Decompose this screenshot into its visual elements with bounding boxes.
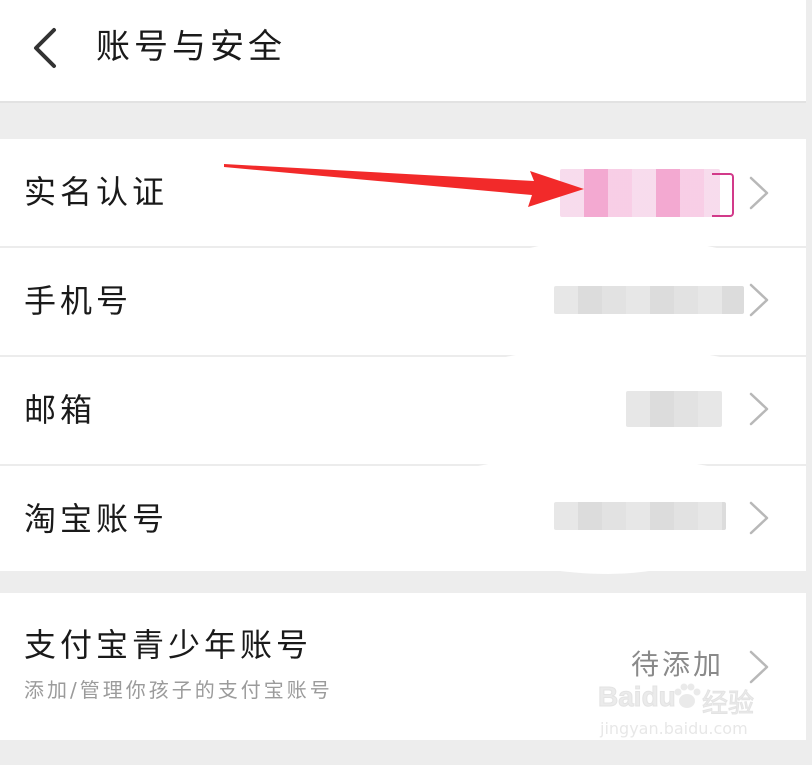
page-title: 账号与安全 — [96, 27, 286, 67]
phone-number-label: 手机号 — [24, 282, 133, 320]
redacted-phone-number — [554, 286, 744, 314]
taobao-account-label: 淘宝账号 — [24, 500, 169, 538]
verification-badge-border — [712, 173, 734, 217]
redacted-verification-status — [560, 169, 720, 217]
watermark-url: jingyan.baidu.com — [600, 719, 748, 738]
redacted-taobao-account — [554, 502, 726, 530]
baidu-paw-icon — [674, 683, 701, 708]
phone-number-row[interactable]: 手机号 — [0, 238, 806, 358]
redacted-email — [626, 391, 722, 427]
taobao-account-row[interactable]: 淘宝账号 — [0, 456, 806, 574]
redaction-patch — [460, 347, 770, 467]
watermark-brand: Baidu — [598, 681, 677, 713]
watermark-brand-cn: 经验 — [701, 689, 755, 720]
real-name-verification-row[interactable]: 实名认证 — [0, 139, 806, 246]
chevron-right-icon — [749, 650, 769, 684]
email-row[interactable]: 邮箱 — [0, 347, 806, 467]
account-settings-list: 实名认证 手机号 邮箱 淘宝账号 — [0, 139, 806, 574]
top-bar: 账号与安全 — [0, 0, 806, 103]
teen-account-subtitle: 添加/管理你孩子的支付宝账号 — [24, 678, 333, 702]
chevron-right-icon — [749, 176, 769, 210]
chevron-right-icon — [749, 501, 769, 535]
email-label: 邮箱 — [24, 391, 97, 429]
chevron-right-icon — [749, 283, 769, 317]
real-name-verification-label: 实名认证 — [24, 173, 169, 211]
chevron-left-icon[interactable] — [28, 26, 64, 70]
chevron-right-icon — [749, 392, 769, 426]
teen-account-status: 待添加 — [630, 648, 724, 681]
teen-account-title: 支付宝青少年账号 — [24, 626, 313, 664]
baidu-watermark: Baidu 经验 jingyan.baidu.com — [598, 681, 768, 745]
